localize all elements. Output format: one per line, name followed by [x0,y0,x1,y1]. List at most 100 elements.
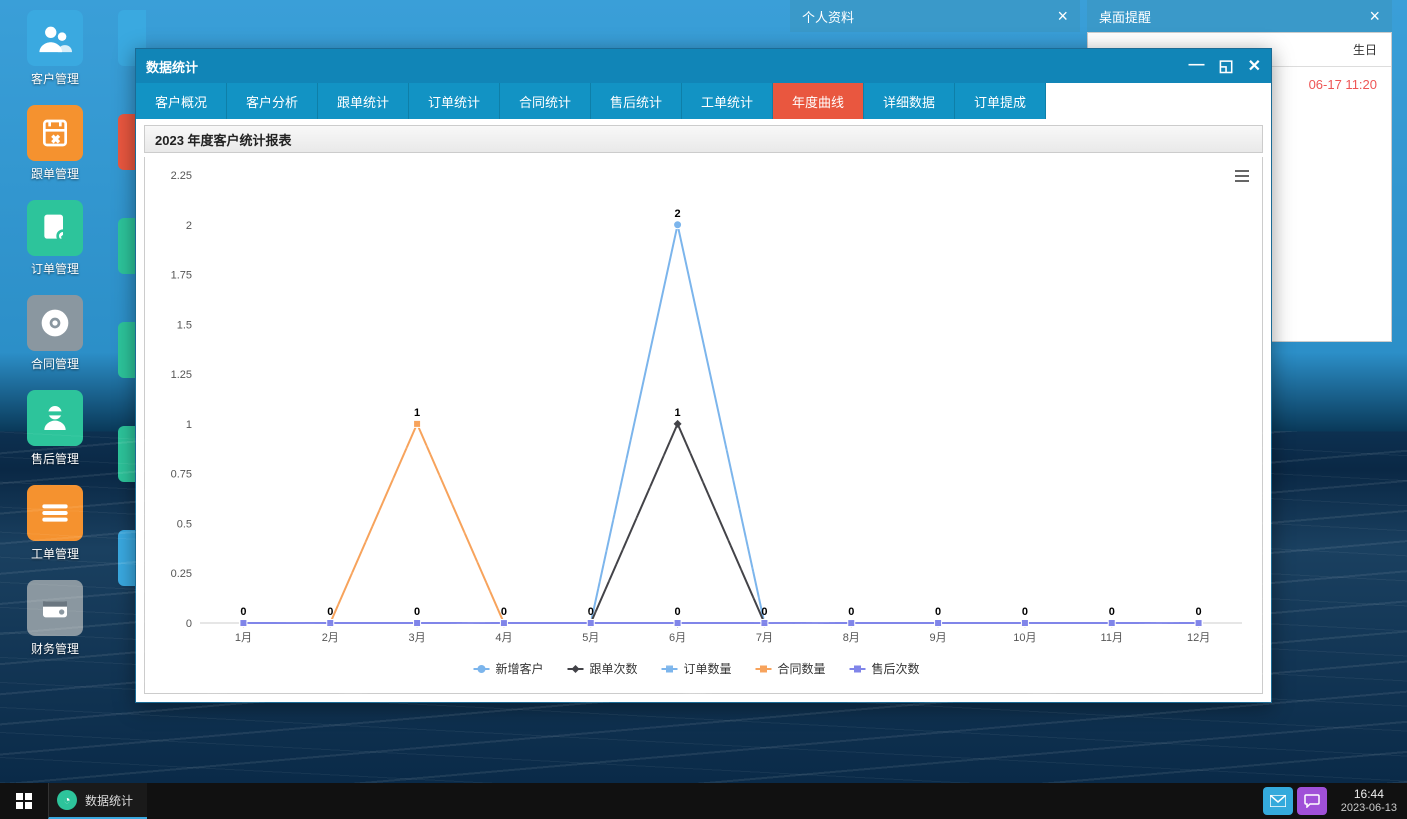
svg-text:0: 0 [588,606,594,618]
app-icon [27,580,83,636]
desktop-icon-label: 工单管理 [20,545,90,562]
tab-详细数据[interactable]: 详细数据 [864,83,955,119]
svg-text:0: 0 [327,606,333,618]
desktop-icon-label: 售后管理 [20,450,90,467]
svg-text:2.25: 2.25 [171,170,192,182]
svg-text:订单数量: 订单数量 [684,661,732,676]
start-button[interactable] [0,783,48,819]
tab-客户分析[interactable]: 客户分析 [227,83,318,119]
svg-text:0: 0 [414,606,420,618]
pie-chart-icon: ◔ [57,790,77,810]
reminder-tab-birthday[interactable]: 生日 [1339,33,1391,66]
clock-date: 2023-06-13 [1341,802,1397,815]
svg-text:0: 0 [1109,606,1115,618]
desktop-icon-工单管理[interactable]: 工单管理 [20,485,90,562]
app-icon [27,295,83,351]
tab-年度曲线[interactable]: 年度曲线 [773,83,864,119]
svg-text:0: 0 [848,606,854,618]
svg-text:0: 0 [1196,606,1202,618]
window-titlebar[interactable]: 数据统计 — ◱ ✕ [136,49,1271,83]
window-title: 数据统计 [146,57,198,76]
desktop-icon-peek[interactable] [118,530,146,586]
svg-text:12月: 12月 [1187,632,1210,644]
reminder-panel-title: 桌面提醒 [1099,7,1151,26]
tab-客户概况[interactable]: 客户概况 [136,83,227,119]
chat-icon[interactable] [1297,787,1327,815]
profile-panel-header[interactable]: 个人资料 × [790,0,1080,32]
svg-text:1月: 1月 [235,632,252,644]
svg-text:1: 1 [414,407,420,419]
svg-text:0.5: 0.5 [177,518,192,530]
app-icon [27,390,83,446]
tab-订单提成[interactable]: 订单提成 [955,83,1046,119]
minimize-icon[interactable]: — [1188,56,1204,76]
chart-title-bar: 2023 年度客户统计报表 [144,125,1263,153]
system-tray: 16:44 2023-06-13 [1263,783,1407,819]
desktop-icon-订单管理[interactable]: 订单管理 [20,200,90,277]
maximize-icon[interactable]: ◱ [1218,56,1233,76]
tab-工单统计[interactable]: 工单统计 [682,83,773,119]
desktop-icon-label: 跟单管理 [20,165,90,182]
window-tabs: 客户概况客户分析跟单统计订单统计合同统计售后统计工单统计年度曲线详细数据订单提成 [136,83,1271,119]
taskbar-task-stats[interactable]: ◔ 数据统计 [48,783,147,819]
svg-text:7月: 7月 [756,632,773,644]
tab-售后统计[interactable]: 售后统计 [591,83,682,119]
app-icon [27,485,83,541]
svg-text:3月: 3月 [409,632,426,644]
desktop-icon-label: 客户管理 [20,70,90,87]
taskbar: ◔ 数据统计 16:44 2023-06-13 [0,783,1407,819]
chart-area: 00.250.50.7511.251.51.7522.251月2月3月4月5月6… [144,157,1263,694]
mail-icon[interactable] [1263,787,1293,815]
close-icon[interactable]: × [1057,6,1068,27]
svg-text:0: 0 [675,606,681,618]
svg-text:0.75: 0.75 [171,469,192,481]
app-icon [27,105,83,161]
taskbar-task-label: 数据统计 [85,792,133,809]
svg-text:2: 2 [186,220,192,232]
tab-合同统计[interactable]: 合同统计 [500,83,591,119]
svg-text:0: 0 [935,606,941,618]
svg-text:售后次数: 售后次数 [872,661,920,676]
svg-text:11月: 11月 [1101,632,1123,644]
clock-time: 16:44 [1341,787,1397,801]
reminder-panel-header[interactable]: 桌面提醒 × [1087,0,1392,32]
svg-text:2: 2 [675,208,681,220]
desktop-icon-合同管理[interactable]: 合同管理 [20,295,90,372]
tab-跟单统计[interactable]: 跟单统计 [318,83,409,119]
annual-line-chart: 00.250.50.7511.251.51.7522.251月2月3月4月5月6… [145,157,1262,693]
desktop-background: 客户管理跟单管理订单管理合同管理售后管理工单管理财务管理 个人资料 × 桌面提醒… [0,0,1407,783]
close-icon[interactable]: ✕ [1248,56,1261,76]
desktop-icon-peek[interactable] [118,426,146,482]
taskbar-clock[interactable]: 16:44 2023-06-13 [1331,787,1407,815]
app-icon [27,10,83,66]
svg-text:1.25: 1.25 [171,369,192,381]
svg-text:0: 0 [761,606,767,618]
desktop-icon-column: 客户管理跟单管理订单管理合同管理售后管理工单管理财务管理 [20,10,100,675]
svg-text:8月: 8月 [843,632,860,644]
desktop-icon-客户管理[interactable]: 客户管理 [20,10,90,87]
svg-text:新增客户: 新增客户 [496,661,544,676]
svg-text:0: 0 [501,606,507,618]
svg-text:5月: 5月 [582,632,599,644]
svg-text:10月: 10月 [1013,632,1036,644]
desktop-icon-label: 订单管理 [20,260,90,277]
svg-text:0: 0 [1022,606,1028,618]
svg-text:0: 0 [240,606,246,618]
svg-text:1.75: 1.75 [171,270,192,282]
desktop-icon-跟单管理[interactable]: 跟单管理 [20,105,90,182]
reminder-timestamp: 06-17 11:20 [1309,77,1377,92]
app-icon [27,200,83,256]
tab-订单统计[interactable]: 订单统计 [409,83,500,119]
desktop-icon-label: 合同管理 [20,355,90,372]
desktop-icon-售后管理[interactable]: 售后管理 [20,390,90,467]
svg-text:1: 1 [186,419,192,431]
svg-text:1.5: 1.5 [177,319,192,331]
chart-title: 2023 年度客户统计报表 [155,130,292,149]
svg-text:1: 1 [675,407,681,419]
svg-text:跟单次数: 跟单次数 [590,661,638,676]
desktop-icon-label: 财务管理 [20,640,90,657]
close-icon[interactable]: × [1369,6,1380,27]
desktop-icon-财务管理[interactable]: 财务管理 [20,580,90,657]
svg-text:4月: 4月 [495,632,512,644]
svg-text:2月: 2月 [322,632,339,644]
